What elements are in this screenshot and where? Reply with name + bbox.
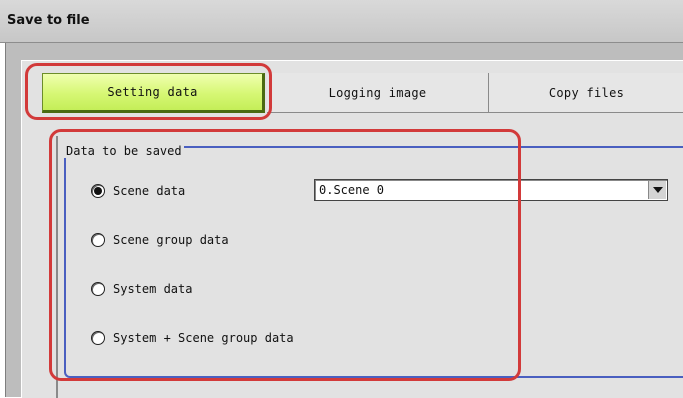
radio-unchecked-icon [91,233,105,247]
radio-unchecked-icon [91,331,105,345]
radio-system-data[interactable]: System data [91,282,192,296]
radio-scene-group-data-label: Scene group data [113,233,229,247]
radio-system-data-label: System data [113,282,193,296]
tab-copy-files[interactable]: Copy files [489,73,683,113]
radio-system-scene-group-data[interactable]: System + Scene group data [91,331,294,345]
chevron-down-icon [652,187,663,193]
title-bar: Save to file [0,0,683,43]
panel-divider [56,136,58,398]
tab-logging-image-label: Logging image [328,85,427,100]
radio-scene-group-data[interactable]: Scene group data [91,233,229,247]
scene-select[interactable]: 0.Scene 0 [314,179,668,201]
dropdown-button[interactable] [648,181,666,199]
tab-copy-files-label: Copy files [548,85,625,100]
group-legend: Data to be saved [64,144,184,158]
window-title: Save to file [7,13,90,28]
radio-system-scene-group-data-label: System + Scene group data [113,331,294,345]
tab-logging-image[interactable]: Logging image [267,73,489,113]
tab-setting-data-label: Setting data [107,85,198,99]
content-panel: Setting data Logging image Copy files [21,60,683,398]
tab-setting-data[interactable]: Setting data [42,73,265,113]
radio-unchecked-icon [91,282,105,296]
radio-checked-icon [91,184,105,198]
radio-scene-data-label: Scene data [113,184,186,198]
scene-select-value: 0.Scene 0 [319,183,385,197]
tab-bar: Setting data Logging image Copy files [22,61,683,121]
radio-scene-data[interactable]: Scene data [91,184,185,198]
